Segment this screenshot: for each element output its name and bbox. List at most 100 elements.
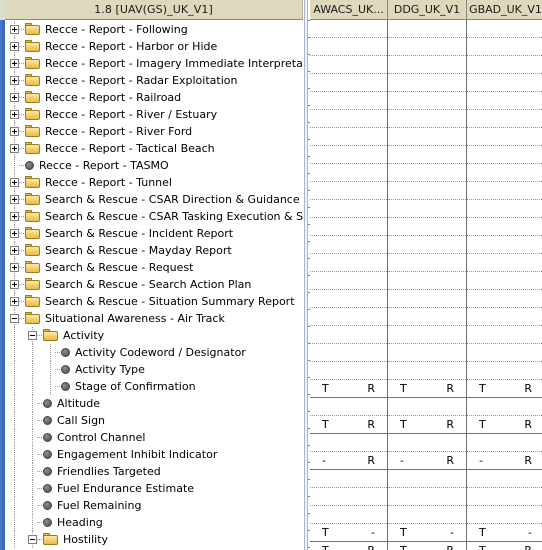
table-cell[interactable]: T- (310, 523, 388, 542)
table-row[interactable] (310, 127, 542, 146)
table-row[interactable]: T-T-T- (310, 523, 542, 542)
table-cell[interactable] (310, 145, 388, 164)
table-row[interactable] (310, 505, 542, 524)
expand-plus-icon[interactable] (10, 195, 19, 204)
tree-item[interactable]: Recce - Report - River / Estuary (5, 106, 303, 123)
table-cell[interactable] (466, 109, 542, 128)
table-row[interactable] (310, 361, 542, 380)
table-cell[interactable] (310, 253, 388, 272)
table-row[interactable] (310, 217, 542, 236)
table-cell[interactable] (387, 163, 467, 182)
tree-item[interactable]: Friendlies Targeted (5, 463, 303, 480)
table-cell[interactable] (310, 289, 388, 308)
table-cell[interactable] (387, 127, 467, 146)
tree-item[interactable]: Recce - Report - Imagery Immediate Inter… (5, 55, 303, 72)
tree-item[interactable]: Recce - Report - Railroad (5, 89, 303, 106)
tree-item[interactable]: Recce - Report - Following (5, 21, 303, 38)
expand-plus-icon[interactable] (10, 178, 19, 187)
table-cell[interactable] (466, 181, 542, 200)
table-cell[interactable] (466, 271, 542, 290)
tree-item[interactable]: Fuel Endurance Estimate (5, 480, 303, 497)
expand-plus-icon[interactable] (10, 229, 19, 238)
table-cell[interactable] (310, 235, 388, 254)
table-cell[interactable] (310, 433, 388, 452)
table-cell[interactable] (310, 73, 388, 92)
expand-plus-icon[interactable] (10, 127, 19, 136)
table-cell[interactable] (310, 487, 388, 506)
table-cell[interactable]: TR (466, 379, 542, 398)
table-cell[interactable] (466, 235, 542, 254)
table-cell[interactable] (387, 505, 467, 524)
table-cell[interactable] (466, 325, 542, 344)
table-cell[interactable] (466, 163, 542, 182)
table-row[interactable]: -R-R-R (310, 451, 542, 470)
table-row[interactable] (310, 163, 542, 182)
table-cell[interactable] (466, 307, 542, 326)
table-row[interactable] (310, 145, 542, 164)
table-row[interactable]: TRTRTR (310, 379, 542, 398)
expand-plus-icon[interactable] (10, 93, 19, 102)
table-cell[interactable]: T- (387, 523, 467, 542)
table-cell[interactable]: TR (387, 541, 467, 550)
collapse-minus-icon[interactable] (28, 535, 37, 544)
table-cell[interactable] (466, 361, 542, 380)
table-cell[interactable] (387, 307, 467, 326)
table-cell[interactable]: TR (310, 415, 388, 434)
table-cell[interactable] (387, 91, 467, 110)
table-cell[interactable] (387, 469, 467, 488)
table-row[interactable] (310, 181, 542, 200)
table-cell[interactable]: TR (466, 541, 542, 550)
table-cell[interactable] (387, 343, 467, 362)
tree-item[interactable]: Heading (5, 514, 303, 531)
table-cell[interactable] (466, 55, 542, 74)
expand-plus-icon[interactable] (10, 76, 19, 85)
table-cell[interactable] (310, 469, 388, 488)
table-row[interactable] (310, 55, 542, 74)
expand-plus-icon[interactable] (10, 212, 19, 221)
table-cell[interactable]: -R (387, 451, 467, 470)
table-cell[interactable] (310, 325, 388, 344)
table-cell[interactable] (466, 199, 542, 218)
table-cell[interactable]: -R (466, 451, 542, 470)
table-cell[interactable]: TR (387, 379, 467, 398)
tree-item[interactable]: Fuel Remaining (5, 497, 303, 514)
table-cell[interactable] (387, 181, 467, 200)
tree-item[interactable]: Search & Rescue - Mayday Report (5, 242, 303, 259)
table-cell[interactable] (466, 217, 542, 236)
table-cell[interactable] (466, 433, 542, 452)
table-cell[interactable] (310, 55, 388, 74)
table-cell[interactable] (387, 73, 467, 92)
table-cell[interactable] (466, 37, 542, 56)
table-cell[interactable]: T- (466, 523, 542, 542)
table-cell[interactable] (466, 505, 542, 524)
table-cell[interactable] (310, 397, 388, 416)
table-row[interactable] (310, 469, 542, 488)
table-cell[interactable] (387, 289, 467, 308)
tree-item[interactable]: Control Channel (5, 429, 303, 446)
tree-item[interactable]: Search & Rescue - Search Action Plan (5, 276, 303, 293)
table-cell[interactable] (310, 199, 388, 218)
table-row[interactable] (310, 37, 542, 56)
table-cell[interactable] (310, 217, 388, 236)
table-cell[interactable] (466, 127, 542, 146)
column-header-0[interactable]: AWACS_UK... (310, 0, 388, 20)
table-cell[interactable] (387, 37, 467, 56)
expand-plus-icon[interactable] (10, 144, 19, 153)
tree-item[interactable]: Search & Rescue - CSAR Tasking Execution… (5, 208, 303, 225)
table-cell[interactable] (310, 37, 388, 56)
column-header-2[interactable]: GBAD_UK_V1 (466, 0, 542, 20)
table-row[interactable] (310, 487, 542, 506)
table-row[interactable] (310, 433, 542, 452)
table-cell[interactable] (466, 289, 542, 308)
table-cell[interactable]: TR (310, 379, 388, 398)
table-cell[interactable] (387, 19, 467, 38)
table-row[interactable] (310, 289, 542, 308)
table-row[interactable] (310, 307, 542, 326)
table-cell[interactable] (310, 505, 388, 524)
tree-item[interactable]: Recce - Report - Harbor or Hide (5, 38, 303, 55)
table-cell[interactable] (466, 73, 542, 92)
table-row[interactable] (310, 19, 542, 38)
table-row[interactable] (310, 325, 542, 344)
collapse-minus-icon[interactable] (28, 331, 37, 340)
tree-item[interactable]: Activity Type (5, 361, 303, 378)
